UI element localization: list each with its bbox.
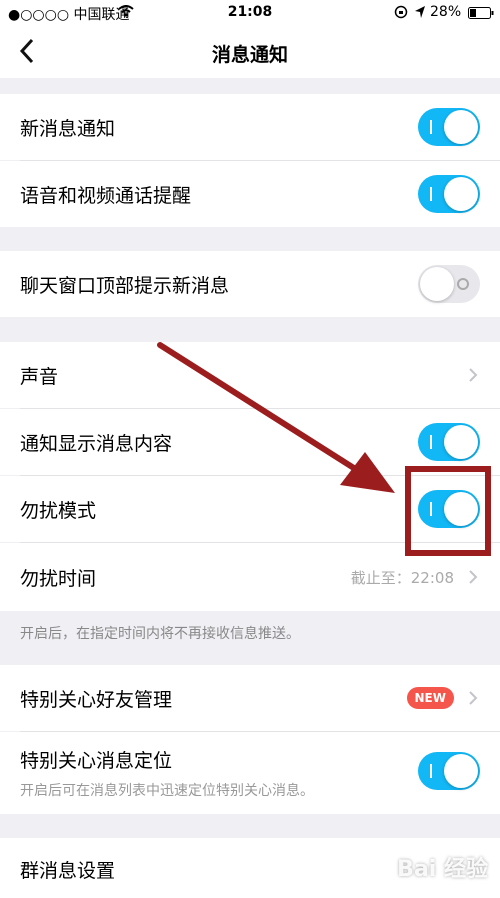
annotation-highlight-box xyxy=(405,466,491,556)
annotation-arrow xyxy=(157,342,395,493)
watermark-logo: Bai 经验 xyxy=(397,857,488,882)
